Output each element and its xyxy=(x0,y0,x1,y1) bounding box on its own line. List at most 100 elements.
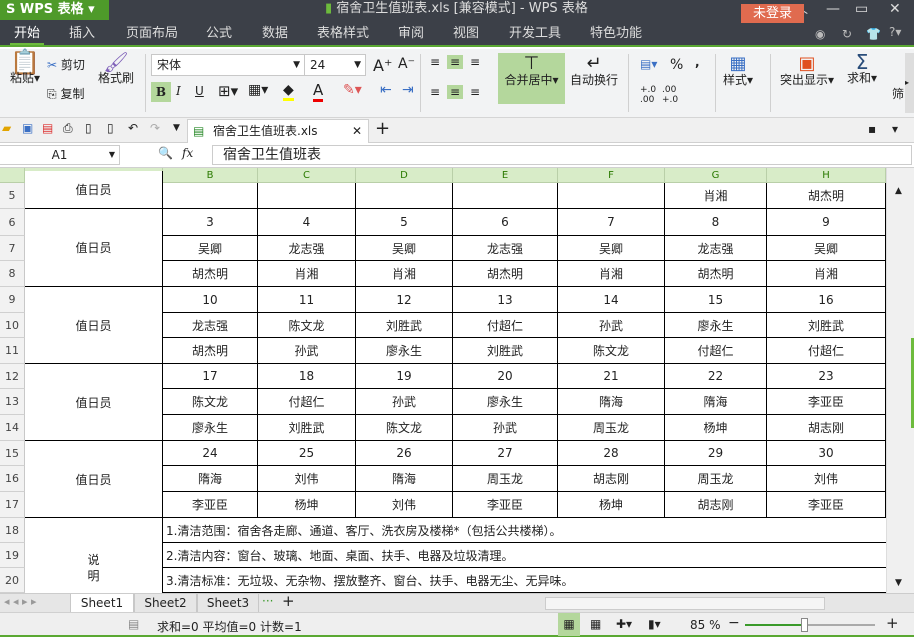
cut-button[interactable]: ✂ 剪切 xyxy=(47,57,85,73)
page-break-view-icon[interactable]: ▦ xyxy=(590,617,601,631)
layout-icon[interactable]: ▪ xyxy=(868,122,876,136)
cell[interactable]: 23 xyxy=(767,364,886,389)
cell[interactable]: 6 xyxy=(453,209,558,236)
reading-mode-icon[interactable]: ✚▾ xyxy=(616,617,632,631)
increase-indent-icon[interactable]: ⇥ xyxy=(402,82,414,98)
sheet-tab[interactable]: Sheet1 xyxy=(70,594,134,613)
cell[interactable]: 10 xyxy=(163,287,258,313)
cell-style-icon[interactable]: ▦▾ xyxy=(248,82,268,98)
cell[interactable]: 周玉龙 xyxy=(558,415,665,441)
cell[interactable]: 龙志强 xyxy=(665,236,767,261)
cell[interactable]: 30 xyxy=(767,441,886,466)
cell[interactable]: 值日员 xyxy=(25,209,163,287)
cell[interactable] xyxy=(453,183,558,209)
shirt-icon[interactable]: 👕 xyxy=(866,27,881,41)
cell[interactable]: 杨坤 xyxy=(558,492,665,518)
decrease-indent-icon[interactable]: ⇤ xyxy=(380,82,392,98)
align-center-icon[interactable]: ≡ xyxy=(447,85,464,99)
cell[interactable]: 24 xyxy=(163,441,258,466)
cell[interactable]: 肖湘 xyxy=(258,261,356,287)
cell[interactable]: 值日员 xyxy=(25,171,163,209)
minimize-button[interactable]: — xyxy=(826,0,840,18)
row-header[interactable]: 6 xyxy=(0,209,25,236)
cell[interactable]: 16 xyxy=(767,287,886,313)
underline-button[interactable]: U xyxy=(195,84,204,98)
save-icon[interactable]: ▣ xyxy=(22,121,33,135)
decrease-font-icon[interactable]: A⁻ xyxy=(398,56,415,72)
function-button[interactable]: fx xyxy=(182,146,193,160)
italic-button[interactable]: I xyxy=(176,84,181,98)
cell[interactable]: 隋海 xyxy=(558,389,665,415)
font-name-select[interactable]: 宋体 ▼ xyxy=(151,54,305,76)
cell[interactable]: 吴卿 xyxy=(163,236,258,261)
tab-menu-icon[interactable]: ▾ xyxy=(892,122,898,136)
skin-icon[interactable]: ◉ xyxy=(815,27,825,41)
row-header[interactable]: 5 xyxy=(0,183,25,209)
cell[interactable]: 值日员 xyxy=(25,441,163,518)
cell[interactable]: 孙武 xyxy=(453,415,558,441)
menu-tab[interactable]: 数据 xyxy=(258,20,292,45)
row-header[interactable]: 8 xyxy=(0,261,25,287)
sheet-tab[interactable]: Sheet2 xyxy=(134,594,197,613)
number-format-icon[interactable]: ▤▾ xyxy=(640,57,657,71)
menu-tab[interactable]: 特色功能 xyxy=(586,20,646,45)
merge-center-button[interactable]: ⊤ 合并居中▾ xyxy=(498,53,565,104)
menu-tab[interactable]: 插入 xyxy=(65,20,99,45)
cell[interactable]: 胡杰明 xyxy=(453,261,558,287)
cell[interactable]: 肖湘 xyxy=(558,261,665,287)
cell[interactable]: 9 xyxy=(767,209,886,236)
cell[interactable]: 值日员 xyxy=(25,287,163,364)
feedback-icon[interactable]: ↻ xyxy=(842,27,852,41)
wrap-text-button[interactable]: ↵ 自动换行 xyxy=(570,55,618,88)
normal-view-icon[interactable]: ▦ xyxy=(558,613,580,636)
cell[interactable]: 胡志刚 xyxy=(665,492,767,518)
row-header[interactable]: 7 xyxy=(0,236,25,261)
paste-button[interactable]: 📋 粘贴▾ xyxy=(5,50,45,86)
cell[interactable]: 龙志强 xyxy=(163,313,258,338)
row-header[interactable]: 11 xyxy=(0,338,25,364)
cell[interactable]: 李亚臣 xyxy=(767,492,886,518)
notes-label-cell[interactable]: 说 明 xyxy=(25,518,163,593)
cell[interactable] xyxy=(258,183,356,209)
preview-icon[interactable]: ▯ xyxy=(107,121,114,135)
ribbon-scroll-right[interactable]: ▸ xyxy=(905,53,914,113)
column-header[interactable]: B xyxy=(163,168,258,183)
cell[interactable]: 22 xyxy=(665,364,767,389)
open-icon[interactable]: ▰ xyxy=(2,121,11,135)
cell[interactable]: 肖湘 xyxy=(665,183,767,209)
font-color-icon[interactable]: A xyxy=(313,81,324,102)
cell[interactable]: 12 xyxy=(356,287,453,313)
comma-button[interactable]: , xyxy=(695,55,700,69)
cell[interactable]: 付超仁 xyxy=(767,338,886,364)
pdf-icon[interactable]: ▤ xyxy=(42,121,53,135)
cell[interactable]: 29 xyxy=(665,441,767,466)
cell[interactable]: 廖永生 xyxy=(356,338,453,364)
conditional-format-button[interactable]: ▣ 突出显示▾ xyxy=(780,55,834,88)
column-header[interactable]: G xyxy=(665,168,767,183)
cell[interactable]: 3.清洁标准：无垃圾、无杂物、摆放整齐、窗台、扶手、电器无尘、无异味。 xyxy=(163,568,886,593)
cell[interactable]: 孙武 xyxy=(558,313,665,338)
cell[interactable]: 值日员 xyxy=(25,364,163,441)
copy-button[interactable]: ⎘ 复制 xyxy=(47,86,84,102)
cell[interactable]: 17 xyxy=(163,364,258,389)
cell[interactable]: 25 xyxy=(258,441,356,466)
print-icon[interactable]: ⎙ xyxy=(63,121,73,136)
column-header[interactable]: F xyxy=(558,168,665,183)
app-menu-button[interactable]: ꓢ WPS 表格 ▾ xyxy=(0,0,109,20)
menu-tab[interactable]: 表格样式 xyxy=(313,20,373,45)
cell[interactable]: 陈文龙 xyxy=(163,389,258,415)
cell[interactable]: 胡志刚 xyxy=(767,415,886,441)
cell[interactable]: 廖永生 xyxy=(453,389,558,415)
undo-icon[interactable]: ↶ xyxy=(128,121,138,135)
align-bottom-icon[interactable]: ≡ xyxy=(470,55,480,69)
cell[interactable]: 陈文龙 xyxy=(258,313,356,338)
cell[interactable]: 13 xyxy=(453,287,558,313)
border-icon[interactable]: ⊞▾ xyxy=(218,82,238,100)
sum-button[interactable]: Σ 求和▾ xyxy=(847,52,877,86)
cell[interactable]: 付超仁 xyxy=(665,338,767,364)
bold-button[interactable]: B xyxy=(151,82,171,102)
cell[interactable]: 胡杰明 xyxy=(767,183,886,209)
cell[interactable]: 4 xyxy=(258,209,356,236)
column-header[interactable]: C xyxy=(258,168,356,183)
cell[interactable]: 隋海 xyxy=(665,389,767,415)
